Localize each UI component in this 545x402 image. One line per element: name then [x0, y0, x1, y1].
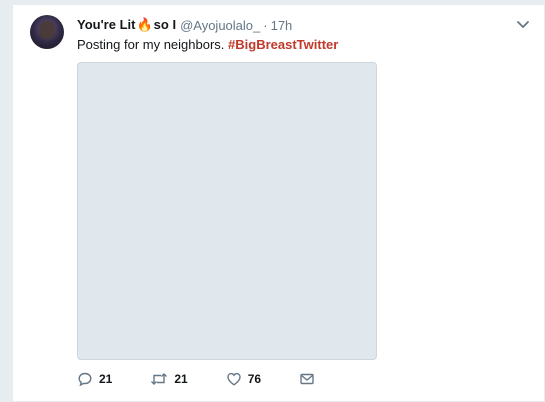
tweet-timestamp[interactable]: 17h: [271, 18, 293, 33]
retweet-icon: [151, 373, 168, 385]
envelope-icon: [300, 373, 314, 385]
separator-dot: ·: [263, 17, 268, 33]
user-handle[interactable]: @Ayojuolalo_: [180, 18, 260, 33]
tweet-actions: 21 21 76: [77, 371, 359, 387]
tweet-card[interactable]: You're Lit🔥so I @Ayojuolalo_ · 17h Posti…: [12, 4, 545, 402]
avatar[interactable]: [30, 15, 64, 49]
like-button[interactable]: 76: [226, 371, 261, 387]
hashtag-link[interactable]: #BigBreastTwitter: [228, 37, 338, 52]
heart-icon: [227, 372, 241, 386]
reply-count: 21: [99, 372, 113, 386]
tweet-header: You're Lit🔥so I @Ayojuolalo_ · 17h: [77, 17, 292, 33]
direct-message-button[interactable]: [299, 371, 321, 387]
like-count: 76: [247, 372, 262, 386]
fire-icon: 🔥: [136, 17, 153, 32]
display-name-suffix[interactable]: so I: [154, 17, 176, 32]
retweet-count: 21: [174, 372, 188, 386]
display-name[interactable]: You're Lit🔥so I: [77, 17, 176, 33]
tweet-body: Posting for my neighbors.: [77, 37, 225, 52]
reply-icon: [78, 372, 92, 387]
tweet-media[interactable]: [77, 62, 377, 360]
tweet-text: Posting for my neighbors. #BigBreastTwit…: [77, 37, 338, 52]
retweet-button[interactable]: 21: [150, 371, 188, 387]
chevron-down-icon[interactable]: [516, 19, 530, 31]
reply-button[interactable]: 21: [77, 371, 112, 387]
display-name-text[interactable]: You're Lit: [77, 17, 135, 32]
